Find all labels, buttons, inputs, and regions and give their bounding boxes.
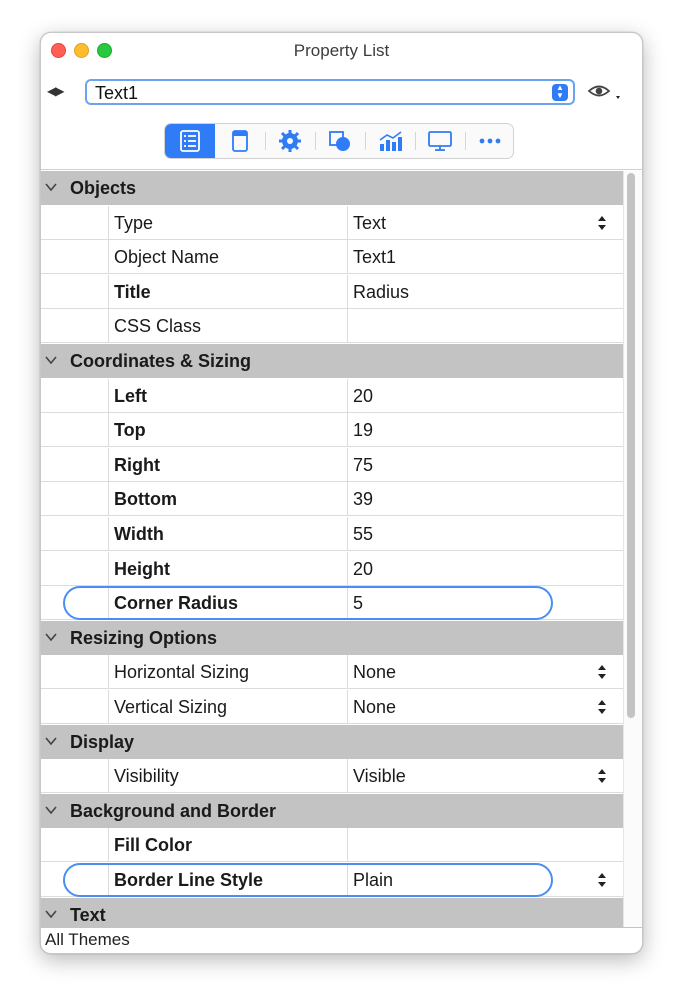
section-coordinates-sizing[interactable]: Coordinates & Sizing <box>41 344 623 378</box>
chevron-down-icon <box>45 633 57 642</box>
property-value[interactable]: 39 <box>353 489 373 510</box>
chart-icon <box>379 131 402 151</box>
property-row-vertical-sizing[interactable]: Vertical Sizing None <box>41 690 623 724</box>
section-objects[interactable]: Objects <box>41 171 623 205</box>
property-name: Width <box>114 524 164 544</box>
property-row-bottom[interactable]: Bottom 39 <box>41 482 623 517</box>
footer-bar: All Themes <box>41 927 642 953</box>
back-arrow-icon[interactable]: ◀ <box>47 84 56 98</box>
updown-chevron-icon <box>598 215 606 230</box>
toolbar-properties-button[interactable] <box>165 124 215 158</box>
section-label: Coordinates & Sizing <box>70 351 252 371</box>
property-value[interactable]: 55 <box>353 524 373 545</box>
property-name: Fill Color <box>114 835 192 856</box>
updown-chevron-icon <box>598 873 606 887</box>
updown-chevron-icon[interactable]: ▲ ▼ <box>552 84 568 101</box>
section-label: Resizing Options <box>70 627 218 648</box>
property-name: Bottom <box>114 489 177 510</box>
section-resizing-options[interactable]: Resizing Options <box>41 620 623 655</box>
property-row-object-name[interactable]: Object Name Text1 <box>41 240 623 275</box>
property-list-icon <box>180 130 200 152</box>
property-row-title[interactable]: Title Radius <box>41 274 623 309</box>
property-row-visibility[interactable]: Visibility Visible <box>41 759 623 794</box>
section-display[interactable]: Display <box>41 724 623 759</box>
forward-arrow-icon[interactable]: ▶ <box>55 84 64 98</box>
property-value[interactable]: 20 <box>353 386 373 407</box>
category-toolbar <box>164 123 514 159</box>
toolbar-behaviors-button[interactable] <box>265 124 315 158</box>
title-bar: Property List <box>41 33 642 67</box>
toolbar-more-button[interactable] <box>465 124 515 158</box>
property-list-window: Property List ◀▶ Text1 ▲ ▼ Objects Type … <box>40 32 643 954</box>
nav-arrows: ◀▶ <box>47 84 64 98</box>
property-value[interactable]: None <box>353 662 396 683</box>
property-value[interactable]: Text <box>353 213 386 234</box>
property-row-width[interactable]: Width 55 <box>41 517 623 551</box>
object-selector[interactable]: Text1 ▲ ▼ <box>85 79 575 105</box>
chevron-down-icon <box>45 737 57 745</box>
section-label: Objects <box>70 178 137 198</box>
section-background-border[interactable]: Background and Border <box>41 793 623 828</box>
property-value[interactable]: 75 <box>353 455 373 476</box>
updown-chevron-icon <box>598 700 606 714</box>
section-label: Display <box>70 731 135 752</box>
gear-icon <box>279 130 301 152</box>
property-value[interactable]: Visible <box>353 766 406 787</box>
eye-menu-button[interactable] <box>587 81 627 103</box>
toolbar-content-button[interactable] <box>215 124 265 158</box>
property-name: Title <box>114 281 151 302</box>
property-name: Vertical Sizing <box>114 697 228 717</box>
section-label: Text <box>70 904 106 925</box>
property-name: Right <box>114 454 160 475</box>
section-label: Background and Border <box>70 800 277 821</box>
monitor-icon <box>428 131 452 151</box>
property-name: Object Name <box>114 247 220 268</box>
property-value[interactable]: 20 <box>353 559 373 580</box>
chevron-down-icon <box>45 806 57 815</box>
vertical-scrollbar[interactable] <box>627 173 635 718</box>
updown-chevron-icon <box>598 665 606 680</box>
property-value[interactable]: Text1 <box>353 247 396 268</box>
property-name: Type <box>114 212 154 233</box>
toolbar-charts-button[interactable] <box>365 124 415 158</box>
property-name: Height <box>114 558 170 579</box>
theme-label[interactable]: All Themes <box>45 930 130 950</box>
updown-chevron-icon <box>598 769 606 784</box>
more-icon <box>479 138 501 144</box>
window-title: Property List <box>293 41 390 60</box>
property-row-type[interactable]: Type Text <box>41 205 623 240</box>
highlight-outline <box>63 863 553 897</box>
toolbar-geometry-button[interactable] <box>315 124 365 158</box>
property-row-fill-color[interactable]: Fill Color <box>41 828 623 863</box>
property-name: Horizontal Sizing <box>114 662 250 683</box>
shape-icon <box>329 131 350 151</box>
eye-icon <box>587 85 620 99</box>
property-name: Visibility <box>114 766 179 787</box>
chevron-down-icon <box>45 356 57 365</box>
chevron-down-icon <box>45 910 57 918</box>
object-selector-value: Text1 <box>95 83 139 103</box>
toolbar-display-button[interactable] <box>415 124 465 158</box>
document-icon <box>232 130 248 152</box>
property-value[interactable]: None <box>353 697 396 718</box>
property-row-height[interactable]: Height 20 <box>41 551 623 586</box>
property-name: Top <box>114 420 146 441</box>
property-row-left[interactable]: Left 20 <box>41 378 623 413</box>
property-row-top[interactable]: Top 19 <box>41 413 623 448</box>
property-row-right[interactable]: Right 75 <box>41 447 623 482</box>
property-value[interactable]: Radius <box>353 282 409 303</box>
chevron-down-icon <box>45 183 57 192</box>
property-row-horizontal-sizing[interactable]: Horizontal Sizing None <box>41 655 623 690</box>
property-value[interactable]: 19 <box>353 420 373 441</box>
property-name: CSS Class <box>114 316 202 337</box>
property-name: Left <box>114 385 147 406</box>
highlight-outline <box>63 586 553 621</box>
property-row-css-class[interactable]: CSS Class <box>41 309 623 344</box>
